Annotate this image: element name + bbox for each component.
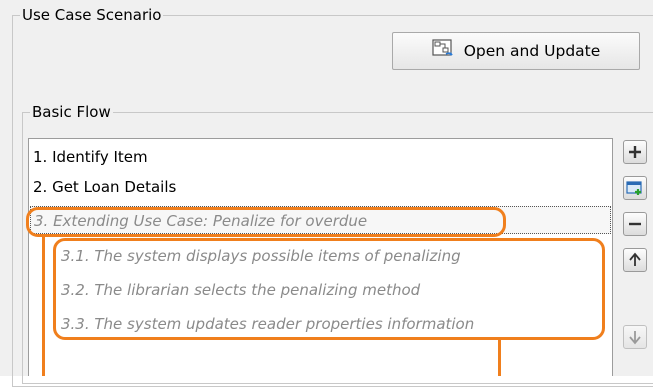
- insert-row-icon: [626, 181, 642, 195]
- add-step-button[interactable]: [623, 140, 647, 164]
- remove-icon: [629, 222, 641, 226]
- move-down-icon: [629, 331, 641, 345]
- remove-step-button[interactable]: [623, 212, 647, 236]
- extension-substeps-highlight: [53, 238, 605, 340]
- extension-step-highlight: [26, 207, 506, 237]
- move-up-button[interactable]: [623, 248, 647, 272]
- add-icon: [629, 146, 641, 158]
- diagram-update-icon: [432, 39, 454, 63]
- flow-step-2[interactable]: 2. Get Loan Details: [33, 173, 176, 201]
- flow-step-1[interactable]: 1. Identify Item: [33, 143, 148, 171]
- annotation-connector-left: [42, 236, 45, 376]
- open-and-update-button[interactable]: Open and Update: [392, 32, 640, 70]
- use-case-scenario-title: Use Case Scenario: [20, 6, 164, 24]
- use-case-panel: Use Case Scenario Open and Update Basic …: [0, 0, 653, 387]
- open-and-update-label: Open and Update: [463, 42, 601, 60]
- annotation-connector-right: [498, 339, 501, 376]
- move-up-icon: [629, 252, 641, 266]
- move-down-button[interactable]: [623, 325, 647, 349]
- basic-flow-title: Basic Flow: [30, 103, 113, 121]
- insert-step-button[interactable]: [623, 176, 647, 200]
